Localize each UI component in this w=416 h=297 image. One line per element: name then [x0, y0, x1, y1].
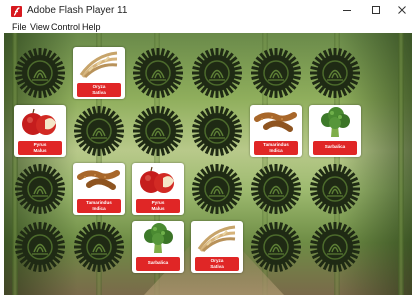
card-face-up[interactable]: Sarbalica — [309, 105, 361, 157]
emblem-icon — [191, 105, 243, 157]
card-face-up[interactable]: Oryza Sativa — [73, 47, 125, 99]
card-face-down[interactable] — [191, 163, 243, 215]
menu-bar: File View Control Help — [0, 21, 416, 33]
broccoli-icon — [309, 105, 361, 141]
card-face-up[interactable]: Pyrus Malus — [132, 163, 184, 215]
tamarind-icon — [250, 105, 302, 141]
card-face-down[interactable] — [132, 47, 184, 99]
emblem-icon — [191, 47, 243, 99]
emblem-icon — [73, 105, 125, 157]
card-face-down[interactable] — [191, 105, 243, 157]
card-label: Oryza Sativa — [77, 83, 121, 97]
card-face-down[interactable] — [14, 47, 66, 99]
apple-icon — [14, 105, 66, 141]
card-face-down[interactable] — [309, 221, 361, 273]
emblem-icon — [73, 221, 125, 273]
emblem-icon — [309, 163, 361, 215]
card-face-down[interactable] — [73, 221, 125, 273]
menu-control[interactable]: Control — [51, 21, 80, 33]
flash-player-icon — [11, 6, 22, 17]
card-label: Tamarindus Indica — [77, 199, 121, 213]
card-face-down[interactable] — [73, 105, 125, 157]
minimize-icon — [343, 10, 351, 11]
bamboo-stalk — [398, 33, 404, 295]
card-face-down[interactable] — [250, 47, 302, 99]
game-board: Oryza Sativa Pyrus Malus Tamarindus Indi… — [4, 33, 412, 295]
card-label: Sarbalica — [136, 257, 180, 271]
card-face-down[interactable] — [250, 221, 302, 273]
menu-help[interactable]: Help — [82, 21, 101, 33]
card-label: Pyrus Malus — [18, 141, 62, 155]
maximize-icon — [372, 6, 380, 14]
card-label: Pyrus Malus — [136, 199, 180, 213]
card-face-down[interactable] — [14, 163, 66, 215]
card-label: Tamarindus Indica — [254, 141, 298, 155]
minimize-button[interactable] — [333, 1, 361, 20]
maximize-button[interactable] — [362, 1, 390, 20]
emblem-icon — [250, 163, 302, 215]
menu-view[interactable]: View — [30, 21, 49, 33]
menu-file[interactable]: File — [12, 21, 27, 33]
close-icon — [398, 6, 406, 14]
emblem-icon — [132, 47, 184, 99]
card-face-up[interactable]: Sarbalica — [132, 221, 184, 273]
card-face-down[interactable] — [191, 47, 243, 99]
rice-icon — [73, 47, 125, 83]
emblem-icon — [250, 221, 302, 273]
close-button[interactable] — [388, 1, 416, 20]
broccoli-icon — [132, 221, 184, 257]
window-title: Adobe Flash Player 11 — [27, 5, 128, 16]
card-face-up[interactable]: Tamarindus Indica — [250, 105, 302, 157]
card-face-down[interactable] — [309, 163, 361, 215]
emblem-icon — [14, 47, 66, 99]
apple-icon — [132, 163, 184, 199]
emblem-icon — [250, 47, 302, 99]
emblem-icon — [132, 105, 184, 157]
emblem-icon — [309, 221, 361, 273]
title-bar: Adobe Flash Player 11 — [0, 0, 416, 21]
card-face-up[interactable]: Pyrus Malus — [14, 105, 66, 157]
emblem-icon — [14, 163, 66, 215]
card-face-up[interactable]: Tamarindus Indica — [73, 163, 125, 215]
card-face-down[interactable] — [309, 47, 361, 99]
card-face-down[interactable] — [250, 163, 302, 215]
rice-icon — [191, 221, 243, 257]
card-label: Sarbalica — [313, 141, 357, 155]
card-face-up[interactable]: Oryza Sativa — [191, 221, 243, 273]
emblem-icon — [191, 163, 243, 215]
card-face-down[interactable] — [14, 221, 66, 273]
card-label: Oryza Sativa — [195, 257, 239, 271]
emblem-icon — [309, 47, 361, 99]
emblem-icon — [14, 221, 66, 273]
tamarind-icon — [73, 163, 125, 199]
card-face-down[interactable] — [132, 105, 184, 157]
